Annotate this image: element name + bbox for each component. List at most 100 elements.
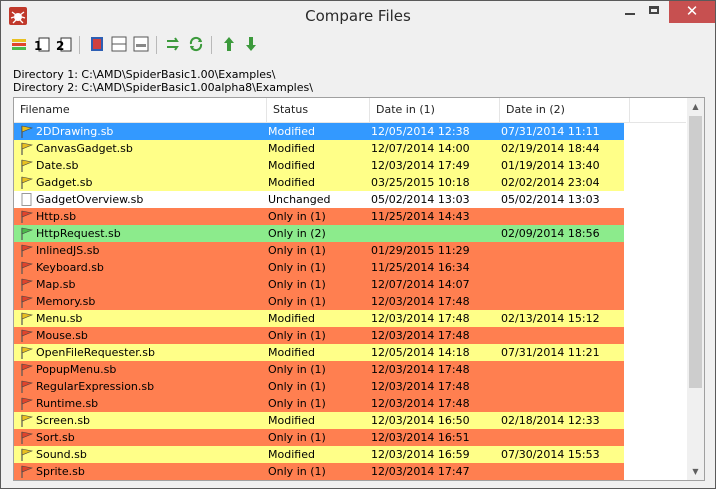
refresh-icon (189, 36, 203, 52)
flag-icon (20, 414, 34, 427)
flag-icon (20, 465, 34, 478)
cell-filename: Runtime.sb (36, 397, 99, 410)
compare-list-button[interactable] (10, 35, 28, 53)
cell-date2: 07/31/2014 11:11 (501, 125, 600, 138)
column-header-date1[interactable]: Date in (1) (370, 98, 500, 122)
maximize-button[interactable] (642, 1, 668, 23)
side-by-side-icon (91, 37, 103, 51)
cell-date1: 12/03/2014 17:47 (371, 465, 470, 478)
cell-status: Only in (1) (268, 465, 326, 478)
file-1-button[interactable]: 1 (33, 35, 51, 53)
cell-date2: 05/02/2014 13:03 (501, 193, 600, 206)
table-row[interactable]: Sound.sb Modified 12/03/2014 16:59 07/30/20… (14, 446, 624, 463)
table-row[interactable]: Menu.sb Modified 12/03/2014 17:48 02/13/201… (14, 310, 624, 327)
table-row[interactable]: GadgetOverview.sb Unchanged 05/02/2014 13:… (14, 191, 624, 208)
cell-filename: GadgetOverview.sb (36, 193, 144, 206)
table-row[interactable]: OpenFileRequester.sb Modified 12/05/2014 1… (14, 344, 624, 361)
side-by-side-button[interactable] (88, 35, 106, 53)
cell-status: Modified (268, 346, 315, 359)
minimize-button[interactable] (617, 1, 643, 23)
cell-filename: Sort.sb (36, 431, 75, 444)
split-single-button[interactable] (132, 35, 150, 53)
split-horizontal-button[interactable] (110, 35, 128, 53)
file-compare-list[interactable]: Filename Status Date in (1) Date in (2) … (13, 97, 705, 481)
table-row[interactable]: Screen.sb Modified 12/03/2014 16:50 02/18/2… (14, 412, 624, 429)
file-2-button[interactable]: 2 (55, 35, 73, 53)
cell-filename: Memory.sb (36, 295, 96, 308)
table-row[interactable]: Http.sb Only in (1) 11/25/2014 14:43 (14, 208, 624, 225)
cell-date1: 11/25/2014 16:34 (371, 261, 470, 274)
cell-date2: 02/09/2014 18:56 (501, 227, 600, 240)
cell-date1: 03/25/2015 10:18 (371, 176, 470, 189)
flag-icon (20, 380, 34, 393)
table-row[interactable]: Sort.sb Only in (1) 12/03/2014 16:51 (14, 429, 624, 446)
file-icon (20, 193, 33, 206)
table-row[interactable]: Memory.sb Only in (1) 12/03/2014 17:48 (14, 293, 624, 310)
scroll-down-icon[interactable]: ▼ (687, 463, 704, 480)
cell-status: Modified (268, 414, 315, 427)
table-row[interactable]: CanvasGadget.sb Modified 12/07/2014 14:00 0… (14, 140, 624, 157)
table-row[interactable]: 2DDrawing.sb Modified 12/05/2014 12:38 07/3… (14, 123, 624, 140)
cell-status: Only in (1) (268, 363, 326, 376)
file-2-icon: 2 (56, 37, 72, 53)
table-row[interactable]: Mouse.sb Only in (1) 12/03/2014 17:48 (14, 327, 624, 344)
table-row[interactable]: Gadget.sb Modified 03/25/2015 10:18 02/02/2… (14, 174, 624, 191)
scroll-thumb[interactable] (689, 116, 702, 388)
refresh-button[interactable] (187, 35, 205, 53)
cell-status: Only in (1) (268, 380, 326, 393)
cell-date1: 05/02/2014 13:03 (371, 193, 470, 206)
cell-date1 (371, 225, 496, 242)
cell-status: Modified (268, 176, 315, 189)
svg-text:2: 2 (56, 39, 64, 53)
column-header-filename[interactable]: Filename (14, 98, 267, 122)
table-row[interactable]: PopupMenu.sb Only in (1) 12/03/2014 17:48 (14, 361, 624, 378)
flag-icon (20, 125, 34, 138)
cell-date2 (501, 276, 624, 293)
table-row[interactable]: Runtime.sb Only in (1) 12/03/2014 17:48 (14, 395, 624, 412)
column-header-date2[interactable]: Date in (2) (500, 98, 630, 122)
title-bar[interactable]: Compare Files ✕ (1, 1, 715, 31)
cell-date2 (501, 429, 624, 446)
cell-filename: Sprite.sb (36, 465, 85, 478)
file-1-icon: 1 (34, 37, 50, 53)
cell-filename: OpenFileRequester.sb (36, 346, 155, 359)
arrow-up-icon (224, 37, 234, 51)
cell-filename: Sound.sb (36, 448, 87, 461)
cell-date1: 12/07/2014 14:07 (371, 278, 470, 291)
table-row[interactable]: Keyboard.sb Only in (1) 11/25/2014 16:34 (14, 259, 624, 276)
table-row[interactable]: Date.sb Modified 12/03/2014 17:49 01/19/201… (14, 157, 624, 174)
cell-date2 (501, 259, 624, 276)
table-row[interactable]: InlinedJS.sb Only in (1) 01/29/2015 11:29 (14, 242, 624, 259)
cell-filename: 2DDrawing.sb (36, 125, 114, 138)
table-row[interactable]: Map.sb Only in (1) 12/07/2014 14:07 (14, 276, 624, 293)
cell-date2 (501, 395, 624, 412)
close-button[interactable]: ✕ (669, 1, 715, 23)
flag-icon (20, 295, 34, 308)
move-up-button[interactable] (220, 35, 238, 53)
column-header-status[interactable]: Status (267, 98, 370, 122)
compare-list-icon (12, 39, 26, 50)
table-row[interactable]: HttpRequest.sb Only in (2) 02/09/2014 18:5… (14, 225, 624, 242)
split-horizontal-icon (111, 36, 127, 52)
swap-button[interactable] (165, 35, 183, 53)
table-row[interactable]: RegularExpression.sb Only in (1) 12/03/201… (14, 378, 624, 395)
scroll-up-icon[interactable]: ▲ (687, 98, 704, 115)
flag-icon (20, 329, 34, 342)
cell-status: Modified (268, 312, 315, 325)
cell-date1: 12/07/2014 14:00 (371, 142, 470, 155)
cell-status: Only in (1) (268, 244, 326, 257)
cell-date1: 01/29/2015 11:29 (371, 244, 470, 257)
close-icon: ✕ (685, 2, 699, 20)
cell-date2: 02/19/2014 18:44 (501, 142, 600, 155)
cell-filename: RegularExpression.sb (36, 380, 155, 393)
cell-status: Modified (268, 142, 315, 155)
compare-files-window: Compare Files ✕ 1 2 Directory 1: C:\AMD\… (0, 0, 716, 489)
flag-icon (20, 261, 34, 274)
cell-date1: 12/03/2014 17:48 (371, 397, 470, 410)
table-row[interactable]: Sprite.sb Only in (1) 12/03/2014 17:47 (14, 463, 624, 480)
vertical-scrollbar[interactable]: ▲ ▼ (687, 98, 704, 480)
cell-date1: 12/03/2014 16:59 (371, 448, 470, 461)
toolbar-separator (156, 36, 157, 54)
cell-filename: Mouse.sb (36, 329, 88, 342)
move-down-button[interactable] (242, 35, 260, 53)
